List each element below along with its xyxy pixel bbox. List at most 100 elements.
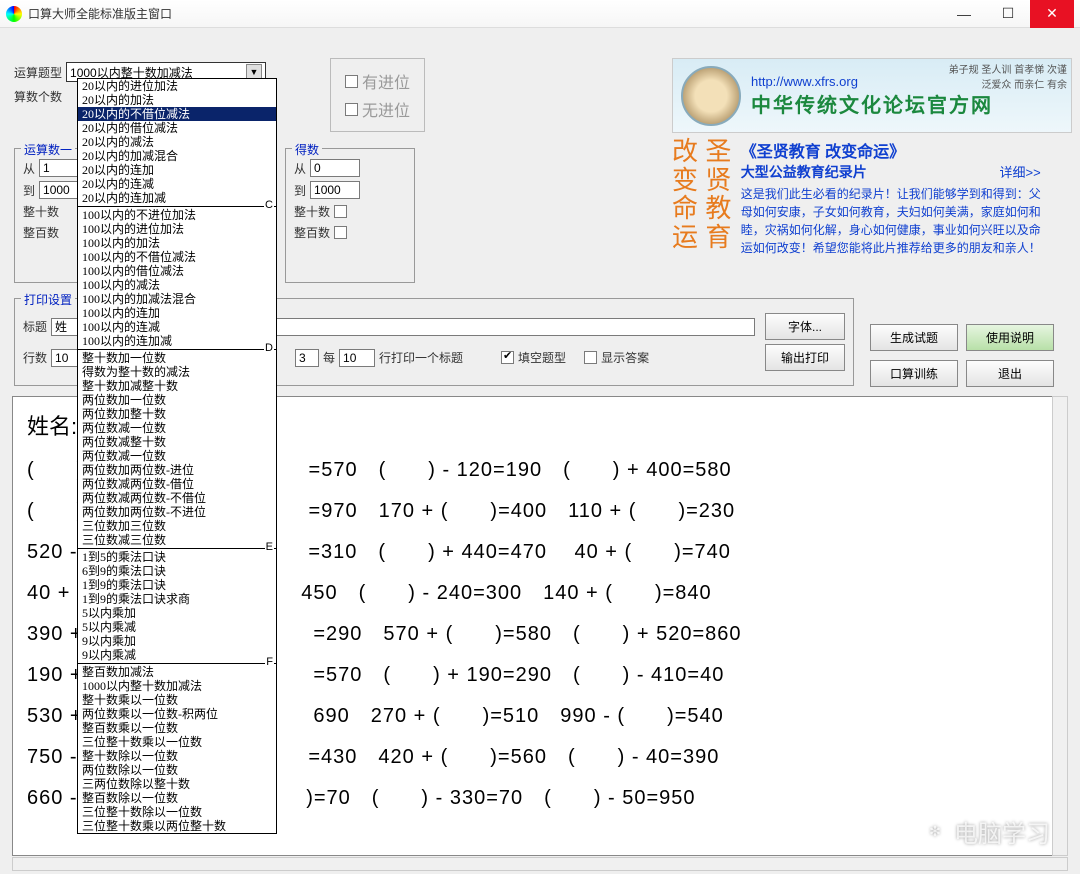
- dropdown-item[interactable]: 两位数减一位数: [78, 449, 276, 463]
- dropdown-item[interactable]: 100以内的不借位减法: [78, 250, 276, 264]
- range2-hundreds-label: 整百数: [294, 224, 330, 241]
- dropdown-item[interactable]: 三位整十数乘以两位整十数: [78, 819, 276, 833]
- train-button[interactable]: 口算训练: [870, 360, 958, 387]
- range1-hundreds-label: 整百数: [23, 224, 59, 241]
- range2-from-label: 从: [294, 160, 306, 177]
- dropdown-item[interactable]: 两位数加整十数: [78, 407, 276, 421]
- dropdown-item[interactable]: 两位数减两位数-借位: [78, 477, 276, 491]
- dropdown-item[interactable]: 100以内的进位加法: [78, 222, 276, 236]
- carry-label: 有进位: [362, 69, 410, 93]
- dropdown-item[interactable]: 20以内的连加减: [78, 191, 276, 205]
- range2-tens-checkbox[interactable]: [334, 205, 347, 218]
- dropdown-item[interactable]: 100以内的不进位加法: [78, 208, 276, 222]
- dropdown-item[interactable]: 100以内的借位减法: [78, 264, 276, 278]
- scrollbar-horizontal[interactable]: [12, 857, 1068, 871]
- dropdown-item[interactable]: 两位数减一位数: [78, 421, 276, 435]
- dropdown-item[interactable]: 1到9的乘法口诀: [78, 578, 276, 592]
- scrollbar-vertical[interactable]: [1052, 396, 1068, 856]
- dropdown-item[interactable]: 整百数加减法: [78, 665, 276, 679]
- dropdown-item[interactable]: 整十数除以一位数: [78, 749, 276, 763]
- dropdown-item[interactable]: 整十数加一位数: [78, 351, 276, 365]
- dropdown-item[interactable]: 5以内乘加: [78, 606, 276, 620]
- type-dropdown-list[interactable]: 20以内的进位加法20以内的加法20以内的不借位减法20以内的借位减法20以内的…: [77, 78, 277, 834]
- dropdown-item[interactable]: 三两位数除以整十数: [78, 777, 276, 791]
- promo-more-link[interactable]: 详细>>: [1000, 162, 1041, 181]
- dropdown-item[interactable]: 20以内的进位加法: [78, 79, 276, 93]
- promo-body: 这是我们此生必看的纪录片！让我们能够学到和得到：父母如何安康，子女如何教育，夫妇…: [741, 185, 1041, 257]
- dropdown-item[interactable]: 20以内的不借位减法: [78, 107, 276, 121]
- app-body: 运算题型 1000以内整十数加减法 ▼ 算数个数 有进位 无进位 运算数一 从 …: [0, 28, 1080, 874]
- per-input[interactable]: [339, 349, 375, 367]
- dropdown-item[interactable]: 两位数加两位数-不进位: [78, 505, 276, 519]
- dropdown-item[interactable]: 20以内的连减: [78, 177, 276, 191]
- dropdown-item[interactable]: 100以内的连加减: [78, 334, 276, 348]
- dropdown-item[interactable]: 两位数除以一位数: [78, 763, 276, 777]
- range2-to-input[interactable]: [310, 181, 360, 199]
- close-button[interactable]: ✕: [1030, 0, 1074, 28]
- banner-small: 弟子规 圣人训 首孝悌 次谨 泛爱众 而亲仁 有余: [949, 61, 1067, 91]
- dropdown-item[interactable]: 1000以内整十数加减法: [78, 679, 276, 693]
- promo-vert2: 圣 贤 教 育: [705, 138, 731, 252]
- output-print-button[interactable]: 输出打印: [765, 344, 845, 371]
- dropdown-item[interactable]: 两位数乘以一位数-积两位: [78, 707, 276, 721]
- dropdown-item[interactable]: 两位数加两位数-进位: [78, 463, 276, 477]
- showans-checkbox[interactable]: [584, 351, 597, 364]
- range2-tens-label: 整十数: [294, 203, 330, 220]
- banner-title: 中华传统文化论坛官方网: [751, 89, 993, 118]
- dropdown-item[interactable]: 5以内乘减: [78, 620, 276, 634]
- dropdown-item[interactable]: 1到5的乘法口诀: [78, 550, 276, 564]
- dropdown-item[interactable]: 整百数除以一位数: [78, 791, 276, 805]
- carry-checkbox: [345, 75, 358, 88]
- dropdown-item[interactable]: 20以内的连加: [78, 163, 276, 177]
- dropdown-item[interactable]: 两位数加一位数: [78, 393, 276, 407]
- dropdown-item[interactable]: 1到9的乘法口诀求商: [78, 592, 276, 606]
- dropdown-item[interactable]: 三位数减三位数: [78, 533, 276, 547]
- dropdown-item[interactable]: 20以内的加减混合: [78, 149, 276, 163]
- dropdown-item[interactable]: 三位数加三位数: [78, 519, 276, 533]
- dropdown-item[interactable]: 整十数加减整十数: [78, 379, 276, 393]
- help-button[interactable]: 使用说明: [966, 324, 1054, 351]
- dropdown-item[interactable]: 20以内的借位减法: [78, 121, 276, 135]
- dropdown-item[interactable]: 9以内乘加: [78, 634, 276, 648]
- count-label: 算数个数: [14, 88, 62, 105]
- dropdown-item[interactable]: 9以内乘减: [78, 648, 276, 662]
- dropdown-item[interactable]: 整十数乘以一位数: [78, 693, 276, 707]
- wechat-icon: ✻: [922, 819, 948, 845]
- dropdown-item[interactable]: 两位数减两位数-不借位: [78, 491, 276, 505]
- dropdown-item[interactable]: 20以内的加法: [78, 93, 276, 107]
- title-label: 标题: [23, 318, 47, 335]
- maximize-button[interactable]: ☐: [986, 0, 1030, 28]
- range1-legend: 运算数一: [21, 141, 75, 158]
- dropdown-item[interactable]: 100以内的连减: [78, 320, 276, 334]
- dropdown-item[interactable]: 100以内的减法: [78, 278, 276, 292]
- dropdown-item[interactable]: 三位整十数除以一位数: [78, 805, 276, 819]
- nocarry-label: 无进位: [362, 97, 410, 121]
- dropdown-item[interactable]: 100以内的加法: [78, 236, 276, 250]
- exit-button[interactable]: 退出: [966, 360, 1054, 387]
- window-title: 口算大师全能标准版主窗口: [28, 5, 172, 22]
- minimize-button[interactable]: —: [942, 0, 986, 28]
- promo: 改 变 命 运 圣 贤 教 育 《圣贤教育 改变命运》 大型公益教育纪录片 详细…: [672, 138, 1072, 257]
- portrait-icon: [681, 66, 741, 126]
- titlebar: 口算大师全能标准版主窗口 — ☐ ✕: [0, 0, 1080, 28]
- range2-hundreds-checkbox[interactable]: [334, 226, 347, 239]
- col-input[interactable]: [295, 349, 319, 367]
- dropdown-item[interactable]: 两位数减整十数: [78, 435, 276, 449]
- range2-from-input[interactable]: [310, 159, 360, 177]
- dropdown-item[interactable]: 得数为整十数的减法: [78, 365, 276, 379]
- fill-checkbox[interactable]: ✔: [501, 351, 514, 364]
- per-suffix: 行打印一个标题: [379, 349, 463, 366]
- type-label: 运算题型: [14, 64, 62, 81]
- per-label: 每: [323, 349, 335, 366]
- dropdown-item[interactable]: 三位整十数乘以一位数: [78, 735, 276, 749]
- generate-button[interactable]: 生成试题: [870, 324, 958, 351]
- dropdown-item[interactable]: 6到9的乘法口诀: [78, 564, 276, 578]
- fill-label: 填空题型: [518, 349, 566, 366]
- dropdown-item[interactable]: 整百数乘以一位数: [78, 721, 276, 735]
- range1-tens-label: 整十数: [23, 203, 59, 220]
- dropdown-item[interactable]: 100以内的连加: [78, 306, 276, 320]
- font-button[interactable]: 字体...: [765, 313, 845, 340]
- dropdown-item[interactable]: 100以内的加减法混合: [78, 292, 276, 306]
- range1-to-label: 到: [23, 182, 35, 199]
- dropdown-item[interactable]: 20以内的减法: [78, 135, 276, 149]
